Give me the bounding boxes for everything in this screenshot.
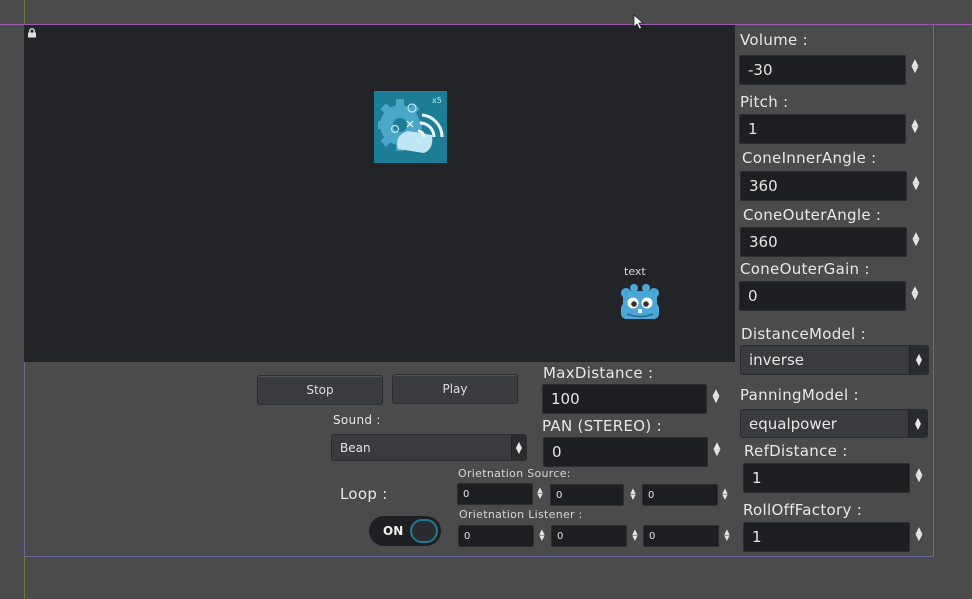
cone-outer-gain-label: ConeOuterGain : — [740, 260, 870, 278]
orientation-source-x-arrows[interactable]: ▲ ▼ — [535, 487, 545, 500]
orientation-source-z-arrows[interactable]: ▲ ▼ — [720, 488, 730, 501]
sound-value: Bean — [340, 440, 371, 455]
pan-spinbox[interactable]: 0 — [543, 437, 708, 467]
rolloff-factory-label: RollOffFactory : — [743, 501, 863, 519]
toggle-knob — [410, 519, 438, 543]
orientation-listener-y-arrows[interactable]: ▲ ▼ — [630, 529, 640, 542]
mouse-cursor-icon — [633, 14, 645, 30]
orientation-source-y[interactable]: 0 — [550, 484, 624, 506]
pitch-label: Pitch : — [740, 93, 789, 111]
lock-icon — [28, 28, 36, 38]
volume-spin-arrows[interactable]: ▲ ▼ — [910, 59, 920, 75]
select-arrows-icon: ▲ ▼ — [511, 435, 526, 460]
orientation-listener-x[interactable]: 0 — [458, 525, 534, 547]
cone-inner-angle-label: ConeInnerAngle : — [742, 149, 877, 167]
cone-outer-angle-spin-arrows[interactable]: ▲ ▼ — [911, 232, 921, 248]
loop-toggle[interactable]: ON — [369, 516, 441, 546]
panning-model-value: equalpower — [749, 414, 837, 433]
svg-text:x5: x5 — [432, 96, 442, 105]
max-distance-label: MaxDistance : — [543, 364, 654, 382]
select-arrows-icon: ▲ ▼ — [909, 346, 928, 374]
cone-outer-angle-label: ConeOuterAngle : — [743, 206, 882, 224]
orientation-listener-label: Orietnation Listener : — [459, 508, 583, 521]
volume-spinbox[interactable]: -30 — [739, 55, 906, 85]
ref-distance-spin-arrows[interactable]: ▲ ▼ — [914, 468, 924, 484]
sound-label: Sound : — [333, 413, 381, 427]
pitch-spinbox[interactable]: 1 — [739, 114, 906, 144]
ref-distance-spinbox[interactable]: 1 — [743, 463, 910, 493]
cone-outer-angle-spinbox[interactable]: 360 — [740, 227, 907, 257]
orientation-source-x[interactable]: 0 — [457, 483, 533, 505]
rolloff-factory-spinbox[interactable]: 1 — [743, 522, 910, 552]
cone-inner-angle-spin-arrows[interactable]: ▲ ▼ — [911, 176, 921, 192]
distance-model-label: DistanceModel : — [741, 325, 866, 343]
panning-model-select[interactable]: equalpower ▲ ▼ — [740, 409, 928, 438]
orientation-source-z[interactable]: 0 — [642, 484, 718, 506]
orientation-source-label: Orietnation Source: — [458, 467, 571, 480]
orientation-listener-z[interactable]: 0 — [643, 525, 719, 547]
distance-model-value: inverse — [749, 351, 804, 369]
sound-select[interactable]: Bean ▲ ▼ — [331, 434, 527, 461]
max-distance-spinbox[interactable]: 100 — [542, 384, 707, 414]
max-distance-spin-arrows[interactable]: ▲ ▼ — [711, 389, 721, 405]
audio-emitter-node[interactable]: x5 — [374, 91, 447, 163]
ref-distance-label: RefDistance : — [744, 442, 848, 460]
pan-label: PAN (STEREO) : — [542, 417, 662, 435]
distance-model-select[interactable]: inverse ▲ ▼ — [740, 345, 929, 375]
audio-emitter-icon: x5 — [378, 96, 444, 153]
orientation-listener-x-arrows[interactable]: ▲ ▼ — [537, 529, 547, 542]
pan-spin-arrows[interactable]: ▲ ▼ — [712, 442, 722, 458]
rolloff-factory-spin-arrows[interactable]: ▲ ▼ — [914, 527, 924, 543]
cone-outer-gain-spin-arrows[interactable]: ▲ ▼ — [910, 286, 920, 302]
cone-outer-gain-spinbox[interactable]: 0 — [739, 281, 906, 311]
pitch-spin-arrows[interactable]: ▲ ▼ — [910, 119, 920, 135]
orientation-source-y-arrows[interactable]: ▲ ▼ — [628, 488, 638, 501]
listener-label: text — [624, 265, 646, 278]
loop-toggle-label: ON — [383, 524, 404, 538]
select-arrows-icon: ▲ ▼ — [908, 410, 927, 437]
cone-inner-angle-spinbox[interactable]: 360 — [740, 171, 907, 201]
orientation-listener-z-arrows[interactable]: ▲ ▼ — [722, 529, 732, 542]
godot-listener-icon[interactable] — [619, 283, 661, 323]
play-button[interactable]: Play — [392, 374, 518, 404]
volume-label: Volume : — [740, 31, 809, 49]
loop-label: Loop : — [340, 485, 388, 503]
orientation-listener-y[interactable]: 0 — [551, 525, 627, 547]
panning-model-label: PanningModel : — [740, 386, 859, 404]
stop-button[interactable]: Stop — [257, 375, 383, 405]
